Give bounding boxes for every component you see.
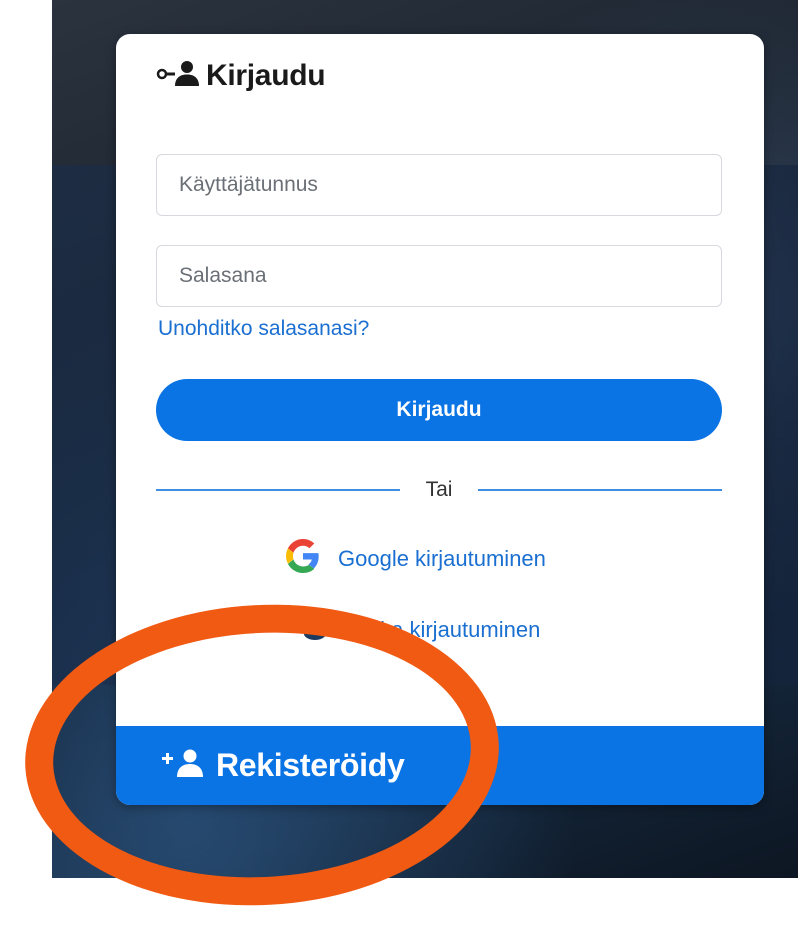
google-login-link[interactable]: Google kirjautuminen — [286, 539, 546, 579]
login-button[interactable]: Kirjaudu — [156, 379, 722, 441]
username-input[interactable] — [157, 155, 721, 215]
register-label: Rekisteröidy — [216, 747, 405, 783]
divider-line-right — [478, 489, 723, 491]
login-card: Kirjaudu Unohditko salasanasi? Kirjaudu … — [116, 34, 764, 805]
username-field[interactable] — [156, 154, 722, 216]
haka-login-label: Haka kirjautuminen — [352, 617, 541, 642]
or-divider: Tai — [156, 474, 723, 506]
google-icon — [286, 539, 320, 579]
password-field[interactable] — [156, 245, 722, 307]
login-header: Kirjaudu — [156, 59, 326, 94]
divider-text: Tai — [425, 478, 453, 501]
page-title: Kirjaudu — [206, 59, 326, 92]
register-button[interactable]: Rekisteröidy — [116, 726, 764, 805]
user-plus-icon — [160, 747, 206, 784]
forgot-password-link[interactable]: Unohditko salasanasi? — [158, 317, 369, 341]
user-key-icon — [156, 59, 200, 94]
password-input[interactable] — [157, 246, 721, 306]
google-login-label: Google kirjautuminen — [338, 546, 546, 571]
graduation-cap-icon — [296, 612, 334, 648]
haka-login-link[interactable]: Haka kirjautuminen — [296, 612, 540, 648]
divider-line-left — [156, 489, 400, 491]
